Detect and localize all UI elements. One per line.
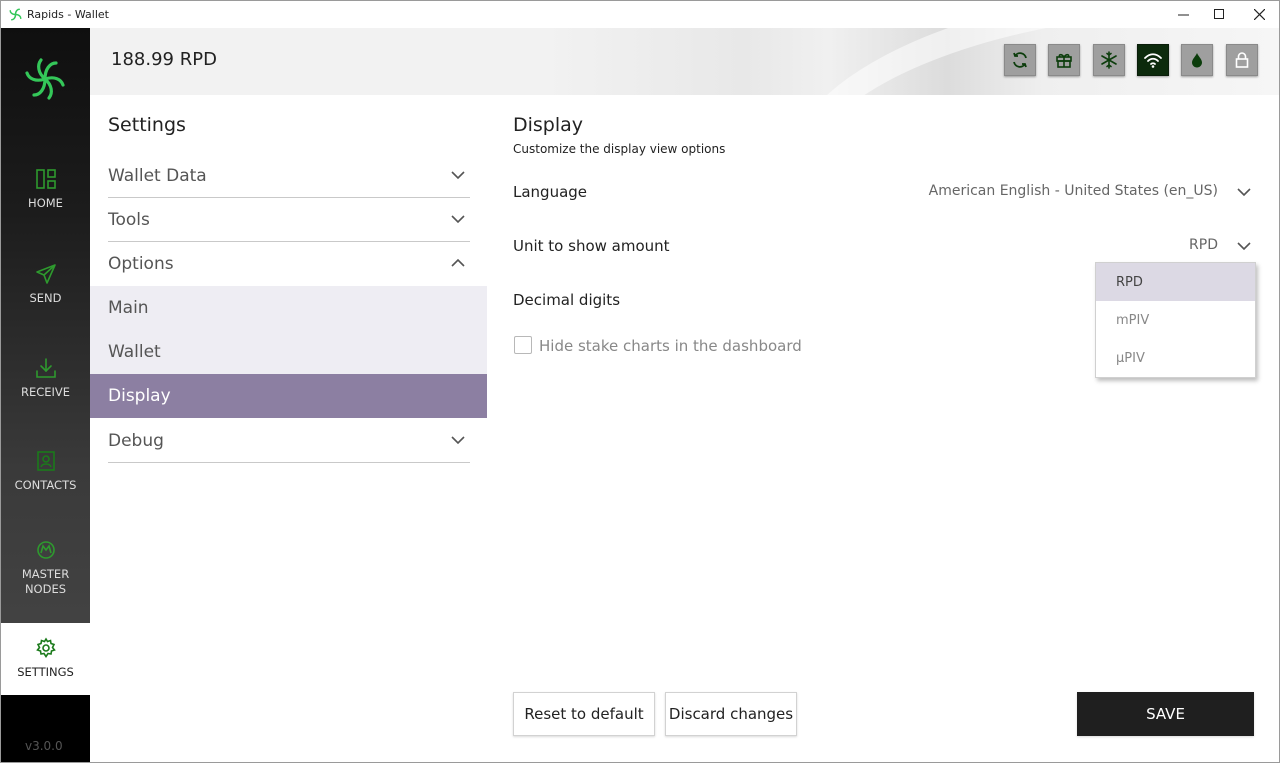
settings-title: Settings [108,114,186,136]
nav-home-label: HOME [28,196,63,210]
language-select[interactable]: American English - United States (en_US) [929,183,1218,199]
gift-icon [1056,53,1072,68]
decimal-digits-label: Decimal digits [513,291,621,309]
unit-option-label: mPIV [1116,313,1150,328]
tor-button[interactable] [1181,44,1213,76]
submenu-display-label: Display [108,386,171,406]
nav-contacts-label: CONTACTS [14,478,77,492]
chevron-down-icon [451,171,465,180]
submenu-wallet-label: Wallet [108,342,161,362]
hide-stake-charts-checkbox[interactable] [514,336,532,354]
title-bar: Rapids - Wallet [1,1,1279,28]
nav-send[interactable]: SEND [1,263,90,306]
gear-icon [35,637,56,658]
submenu-main-label: Main [108,298,149,318]
lock-icon [1235,52,1249,68]
save-button[interactable]: SAVE [1077,692,1254,736]
nav-masternodes-label-1: MASTER [21,567,70,581]
nav-contacts[interactable]: CONTACTS [1,450,90,493]
gift-button[interactable] [1048,44,1080,76]
nav-settings-label: SETTINGS [17,665,74,679]
home-icon [35,169,56,189]
unit-option-upiv[interactable]: µPIV [1096,339,1255,377]
contacts-icon [36,451,55,471]
hide-stake-charts-label[interactable]: Hide stake charts in the dashboard [539,337,802,355]
nav-send-label: SEND [29,291,62,305]
submenu-main[interactable]: Main [90,286,487,330]
nav-receive[interactable]: RECEIVE [1,357,90,400]
tor-icon [1192,53,1202,68]
menu-debug[interactable]: Debug [108,419,470,463]
chevron-down-icon[interactable] [1237,185,1251,199]
chevron-down-icon [451,215,465,224]
submenu-wallet[interactable]: Wallet [90,330,487,374]
window-title: Rapids - Wallet [27,8,109,21]
menu-options[interactable]: Options [108,242,470,286]
app-logo-icon [9,8,22,21]
nav-settings[interactable]: SETTINGS [1,623,90,695]
balance-amount: 188.99 RPD [111,49,217,70]
nav-home[interactable]: HOME [1,168,90,211]
sidebar-nav: HOME SEND RECEIVE CONTACTS MASTER NODES … [1,28,90,762]
close-button[interactable] [1239,1,1279,28]
menu-tools-label: Tools [108,210,150,230]
unit-option-mpiv[interactable]: mPIV [1096,301,1255,339]
unit-option-label: µPIV [1116,351,1145,366]
language-label: Language [513,183,588,201]
menu-wallet-data[interactable]: Wallet Data [108,154,470,198]
send-icon [35,264,56,284]
close-icon [1253,9,1265,20]
unit-option-label: RPD [1116,275,1143,290]
menu-wallet-data-label: Wallet Data [108,166,207,186]
app-window: Rapids - Wallet HOME SEND RECEIVE CONTAC… [0,0,1280,763]
menu-options-label: Options [108,254,174,274]
wifi-icon [1144,53,1162,68]
unit-option-rpd[interactable]: RPD [1096,263,1255,301]
sync-button[interactable] [1004,44,1036,76]
rapids-logo-icon [25,58,65,100]
version-footer: v3.0.0 [1,695,90,762]
snowflake-icon [1101,51,1117,69]
menu-debug-label: Debug [108,431,164,451]
submenu-display[interactable]: Display [90,374,487,418]
nav-receive-label: RECEIVE [20,385,71,399]
unit-dropdown-list: RPD mPIV µPIV [1095,262,1256,378]
nav-masternodes-label-2: NODES [24,582,67,596]
maximize-icon [1213,9,1224,19]
nav-masternodes[interactable]: MASTER NODES [1,539,90,597]
masternodes-icon [36,541,55,559]
unit-label: Unit to show amount [513,237,670,255]
receive-icon [35,358,56,378]
chevron-down-icon[interactable] [1237,239,1251,253]
minimize-icon [1177,14,1189,16]
version-label: v3.0.0 [25,739,63,753]
display-title: Display [513,114,584,136]
network-status-button[interactable] [1137,44,1169,76]
discard-changes-button[interactable]: Discard changes [665,692,797,736]
lock-button[interactable] [1226,44,1258,76]
menu-tools[interactable]: Tools [108,198,470,242]
minimize-button[interactable] [1163,1,1203,28]
sync-icon [1013,52,1027,68]
chevron-up-icon [451,258,465,267]
cold-staking-button[interactable] [1093,44,1125,76]
maximize-button[interactable] [1199,1,1239,28]
display-subtitle: Customize the display view options [513,142,726,156]
top-header: 188.99 RPD [90,28,1279,95]
reset-to-default-button[interactable]: Reset to default [513,692,655,736]
chevron-down-icon [451,436,465,445]
unit-select[interactable]: RPD [1189,237,1218,253]
